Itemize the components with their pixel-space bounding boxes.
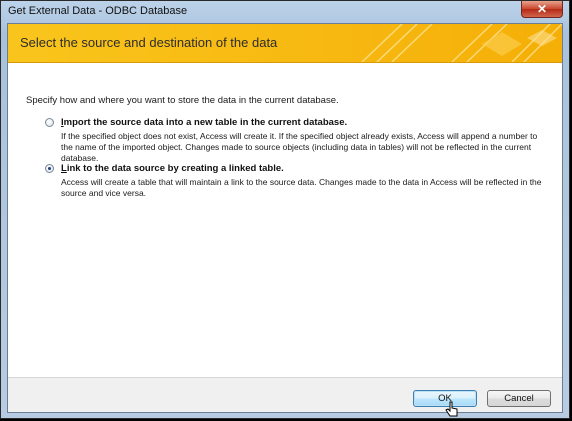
mouse-pointer-icon bbox=[445, 401, 458, 417]
close-button[interactable]: ✕ bbox=[521, 1, 563, 18]
button-bar: OK Cancel bbox=[8, 377, 562, 412]
dialog-window: Get External Data - ODBC Database ✕ Sele… bbox=[0, 0, 570, 419]
window-title: Get External Data - ODBC Database bbox=[8, 5, 188, 17]
instruction-text: Specify how and where you want to store … bbox=[26, 95, 339, 106]
header-banner: Select the source and destination of the… bbox=[8, 24, 562, 63]
dialog-client: Select the source and destination of the… bbox=[7, 23, 563, 413]
import-label-text: mport the source data into a new table i… bbox=[63, 117, 348, 128]
import-radio[interactable] bbox=[45, 118, 54, 127]
close-icon: ✕ bbox=[536, 2, 548, 16]
import-description: If the specified object does not exist, … bbox=[61, 131, 538, 163]
import-label[interactable]: Import the source data into a new table … bbox=[61, 117, 347, 128]
link-radio[interactable] bbox=[45, 164, 54, 173]
title-bar[interactable]: Get External Data - ODBC Database ✕ bbox=[1, 1, 569, 23]
link-label-text: ink to the data source by creating a lin… bbox=[66, 163, 284, 174]
link-label[interactable]: Link to the data source by creating a li… bbox=[61, 163, 284, 174]
link-description: Access will create a table that will mai… bbox=[61, 177, 542, 198]
banner-decoration-icon bbox=[361, 24, 562, 62]
banner-heading: Select the source and destination of the… bbox=[20, 35, 278, 50]
cancel-button[interactable]: Cancel bbox=[487, 390, 551, 407]
